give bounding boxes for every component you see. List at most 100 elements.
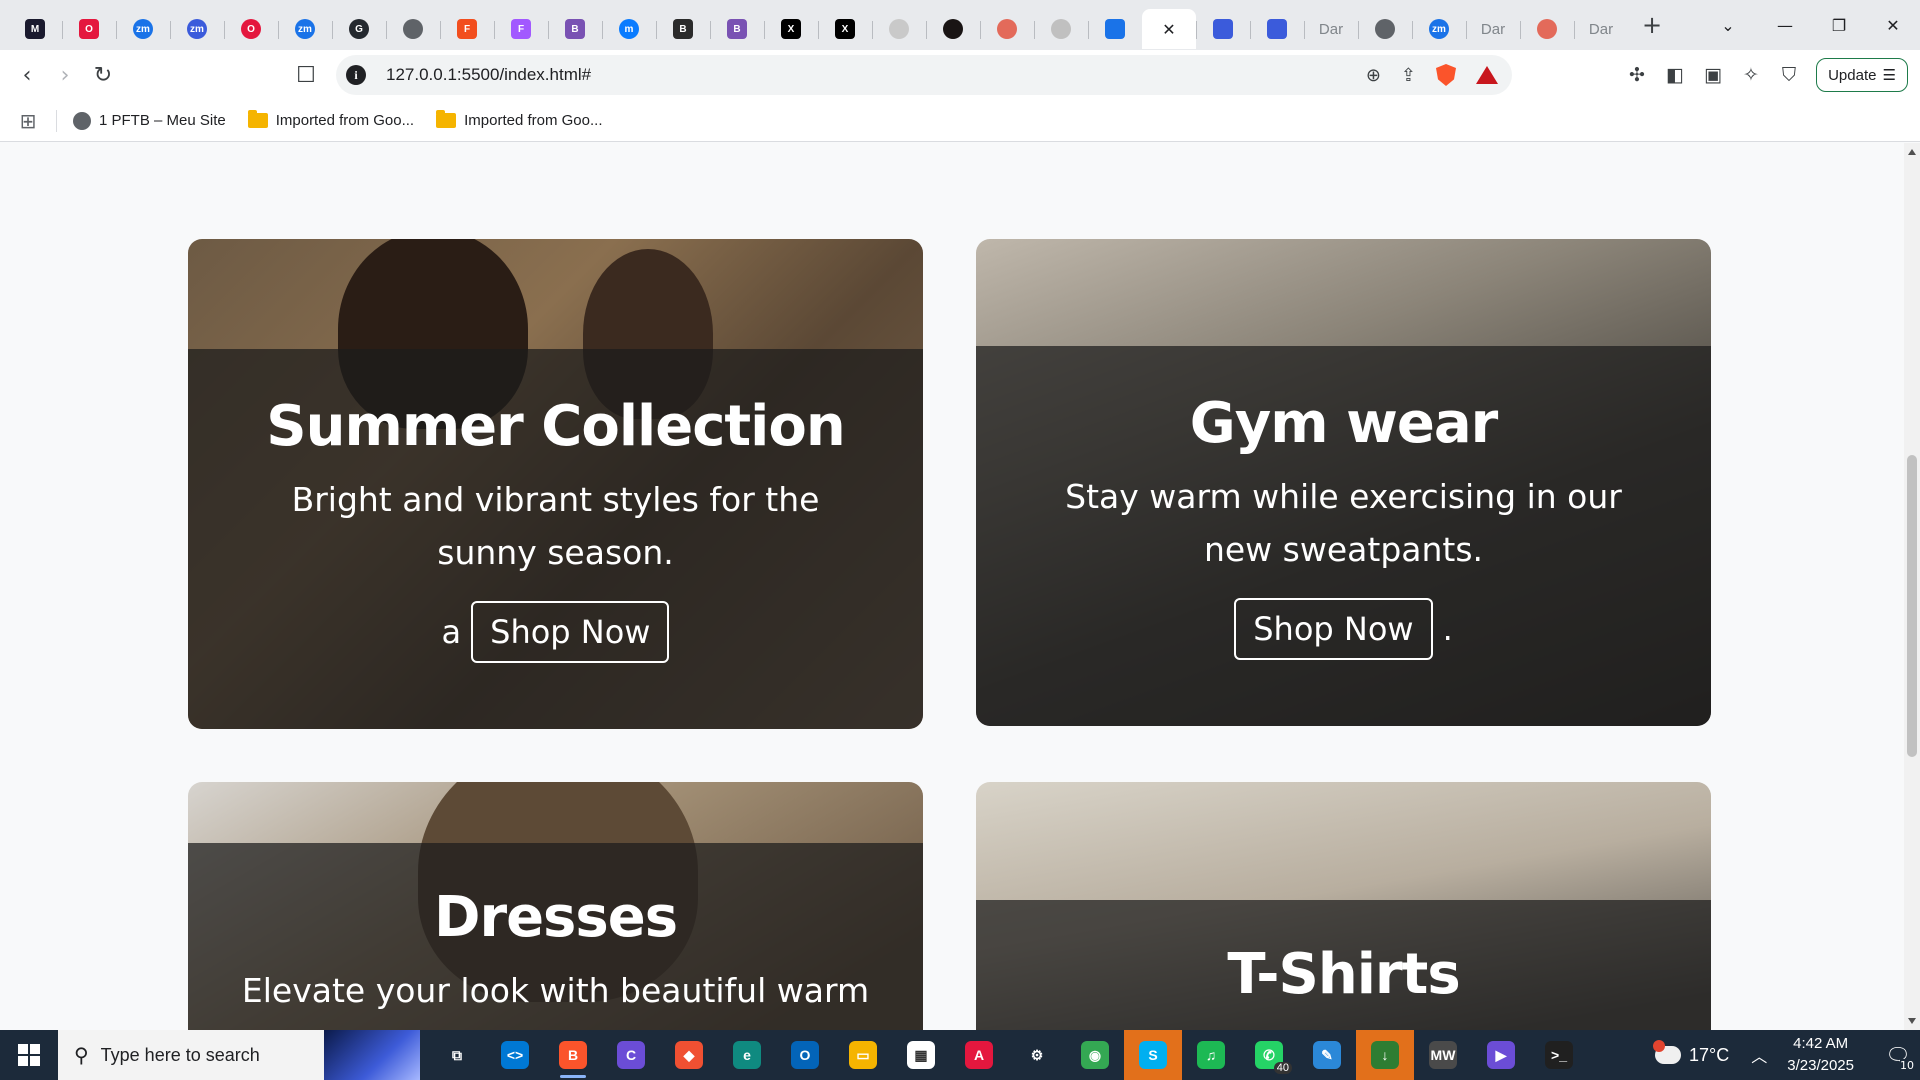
tab-search-chevron-icon[interactable]: ⌄ bbox=[1698, 0, 1758, 50]
tab-close-icon-icon[interactable]: ✕ bbox=[1162, 20, 1175, 39]
share-icon[interactable]: ⇪ bbox=[1401, 65, 1416, 86]
card-title: Dresses bbox=[433, 885, 678, 950]
tab[interactable]: M bbox=[8, 9, 62, 49]
bookmark-folder[interactable]: Imported from Goo... bbox=[247, 110, 414, 129]
clock[interactable]: 4:42 AM 3/23/2025 bbox=[1787, 1033, 1854, 1077]
taskbar-app-file-explorer[interactable]: ▭ bbox=[834, 1030, 892, 1080]
tab[interactable] bbox=[1250, 9, 1304, 49]
taskbar-app-copilot[interactable]: C bbox=[602, 1030, 660, 1080]
tab-favicon-text-icon: Dar bbox=[1588, 20, 1614, 38]
taskbar-app-git[interactable]: ◆ bbox=[660, 1030, 718, 1080]
tab[interactable] bbox=[980, 9, 1034, 49]
tab[interactable]: Dar bbox=[1304, 9, 1358, 49]
tab[interactable]: F bbox=[440, 9, 494, 49]
zoom-icon[interactable]: ⊕ bbox=[1366, 65, 1381, 86]
start-button[interactable] bbox=[0, 1030, 58, 1080]
taskbar-app-whatsapp[interactable]: ✆ 40 bbox=[1240, 1030, 1298, 1080]
card-actions: Shop Now . bbox=[976, 598, 1711, 660]
leo-ai-icon[interactable]: ✧ bbox=[1732, 56, 1770, 94]
taskbar-app-chrome[interactable]: ◉ bbox=[1066, 1030, 1124, 1080]
app-download-icon: ↓ bbox=[1371, 1041, 1399, 1069]
tab-strip: M Ozm zm Ozm G F F Bm B B X X ✕ Dar zm Dar Dar + ⌄ — ❐ ✕ bbox=[0, 0, 1920, 50]
tab[interactable] bbox=[1034, 9, 1088, 49]
tab[interactable]: O bbox=[224, 9, 278, 49]
back-button[interactable]: ‹ bbox=[8, 56, 46, 94]
taskbar-app-spotify[interactable]: ♫ bbox=[1182, 1030, 1240, 1080]
apps-grid-icon[interactable]: ⊞ bbox=[0, 109, 56, 133]
tab[interactable]: X bbox=[764, 9, 818, 49]
tab[interactable]: Dar bbox=[1466, 9, 1520, 49]
taskbar-app-vscode[interactable]: <> bbox=[486, 1030, 544, 1080]
tab-favicon-spotify-icon bbox=[943, 19, 963, 39]
address-bar[interactable]: i 127.0.0.1:5500/index.html# ⊕ ⇪ bbox=[336, 55, 1512, 95]
ms-store-icon: ▦ bbox=[907, 1041, 935, 1069]
minimize-button[interactable]: — bbox=[1758, 0, 1812, 50]
update-label: Update bbox=[1828, 66, 1877, 84]
tab[interactable]: zm bbox=[1412, 9, 1466, 49]
taskbar-app-mw-app[interactable]: MW bbox=[1414, 1030, 1472, 1080]
bookmark-folder[interactable]: Imported from Goo... bbox=[436, 110, 603, 129]
tab[interactable]: F bbox=[494, 9, 548, 49]
tab[interactable]: zm bbox=[278, 9, 332, 49]
taskbar-app-settings[interactable]: ⚙ bbox=[1008, 1030, 1066, 1080]
tab[interactable]: Dar bbox=[1574, 9, 1628, 49]
taskbar-app-ms-store[interactable]: ▦ bbox=[892, 1030, 950, 1080]
brave-rewards-icon[interactable] bbox=[1476, 66, 1498, 84]
reload-button[interactable]: ↻ bbox=[84, 56, 122, 94]
tab[interactable] bbox=[926, 9, 980, 49]
tab[interactable]: X bbox=[818, 9, 872, 49]
forward-button[interactable]: › bbox=[46, 56, 84, 94]
taskbar-search[interactable]: ⚲ Type here to search bbox=[58, 1030, 420, 1080]
taskbar-app-edge[interactable]: e bbox=[718, 1030, 776, 1080]
weather-widget[interactable]: 17°C bbox=[1653, 1040, 1729, 1066]
tab[interactable] bbox=[1196, 9, 1250, 49]
shop-now-button[interactable]: Shop Now bbox=[471, 601, 670, 663]
restore-button[interactable]: ❐ bbox=[1812, 0, 1866, 50]
tab[interactable]: O bbox=[62, 9, 116, 49]
notifications-icon[interactable]: 🗨 10 bbox=[1876, 1030, 1920, 1080]
close-window-button[interactable]: ✕ bbox=[1866, 0, 1920, 50]
category-card-dresses: Dresses Elevate your look with beautiful… bbox=[188, 782, 923, 1030]
bookmark-item[interactable]: 1 PFTB – Meu Site bbox=[73, 111, 226, 130]
vpn-icon[interactable]: ⛉ bbox=[1770, 56, 1808, 94]
clock-date: 3/23/2025 bbox=[1787, 1057, 1854, 1074]
tab[interactable] bbox=[1520, 9, 1574, 49]
tab[interactable]: B bbox=[656, 9, 710, 49]
tab[interactable]: m bbox=[602, 9, 656, 49]
tab[interactable]: zm bbox=[116, 9, 170, 49]
brave-shields-icon[interactable] bbox=[1436, 64, 1456, 86]
tab[interactable]: G bbox=[332, 9, 386, 49]
new-tab-button[interactable]: + bbox=[1632, 5, 1672, 45]
tab[interactable] bbox=[872, 9, 926, 49]
taskbar-app-terminal[interactable]: >_ bbox=[1530, 1030, 1588, 1080]
shop-now-button[interactable]: Shop Now bbox=[1234, 598, 1433, 660]
tab[interactable]: zm bbox=[170, 9, 224, 49]
scrollbar-thumb[interactable] bbox=[1907, 455, 1917, 757]
scroll-up-arrow-icon[interactable] bbox=[1908, 149, 1916, 155]
taskbar-app-app-download[interactable]: ↓ bbox=[1356, 1030, 1414, 1080]
tab[interactable]: B bbox=[548, 9, 602, 49]
taskbar-app-task-view[interactable]: ⧉ bbox=[428, 1030, 486, 1080]
taskbar-app-skype[interactable]: S bbox=[1124, 1030, 1182, 1080]
tab[interactable]: B bbox=[710, 9, 764, 49]
taskbar-app-media-player[interactable]: ▶ bbox=[1472, 1030, 1530, 1080]
tab-active[interactable]: ✕ bbox=[1142, 9, 1196, 49]
tab[interactable] bbox=[1358, 9, 1412, 49]
scroll-down-arrow-icon[interactable] bbox=[1908, 1018, 1916, 1024]
extensions-icon[interactable]: ✣ bbox=[1618, 56, 1656, 94]
taskbar-app-paint[interactable]: ✎ bbox=[1298, 1030, 1356, 1080]
taskbar-app-outlook[interactable]: O bbox=[776, 1030, 834, 1080]
taskbar-app-brave[interactable]: B bbox=[544, 1030, 602, 1080]
site-info-icon[interactable]: i bbox=[346, 65, 366, 85]
taskbar-app-app-red[interactable]: A bbox=[950, 1030, 1008, 1080]
page-scrollbar[interactable] bbox=[1904, 143, 1920, 1030]
show-hidden-icons-icon[interactable]: ︿ bbox=[1751, 1043, 1767, 1067]
sidebar-icon[interactable]: ◧ bbox=[1656, 56, 1694, 94]
menu-icon: ☰ bbox=[1882, 67, 1896, 84]
tab[interactable] bbox=[1088, 9, 1142, 49]
wallet-icon[interactable]: ▣ bbox=[1694, 56, 1732, 94]
bookmark-icon[interactable]: ☐ bbox=[287, 56, 325, 94]
tab[interactable] bbox=[386, 9, 440, 49]
url-text[interactable]: 127.0.0.1:5500/index.html# bbox=[386, 65, 591, 85]
update-button[interactable]: Update ☰ bbox=[1816, 58, 1908, 92]
